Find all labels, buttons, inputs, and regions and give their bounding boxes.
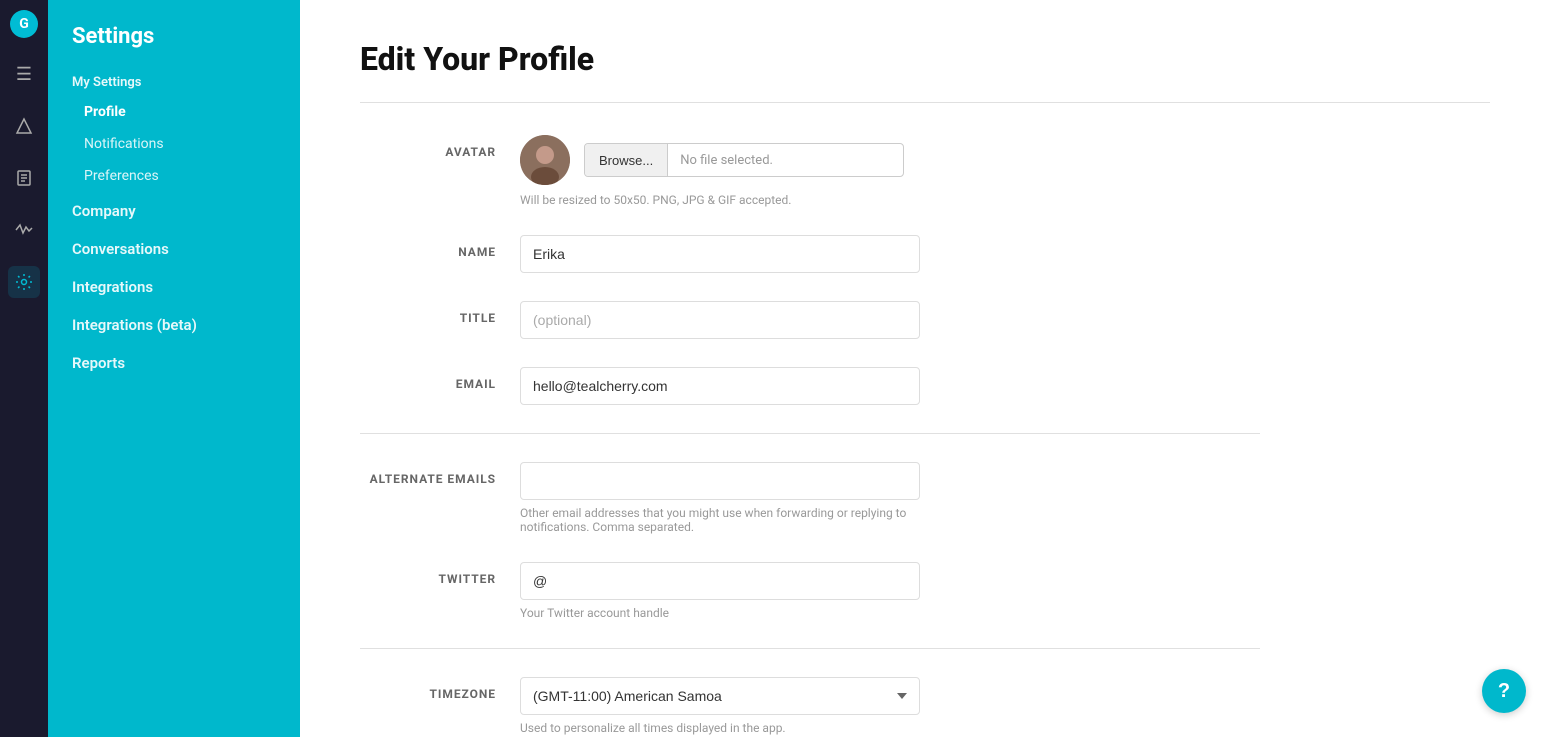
sidebar-item-reports[interactable]: Reports bbox=[48, 344, 300, 382]
avatar-hint: Will be resized to 50x50. PNG, JPG & GIF… bbox=[520, 193, 1260, 207]
name-field bbox=[520, 235, 1260, 273]
twitter-label: TWITTER bbox=[360, 562, 520, 586]
avatar-label: AVATAR bbox=[360, 135, 520, 159]
file-input-wrapper: Browse... No file selected. bbox=[584, 143, 904, 177]
timezone-hint: Used to personalize all times displayed … bbox=[520, 721, 920, 735]
timezone-field: (GMT-11:00) American Samoa (GMT-10:00) H… bbox=[520, 677, 1260, 735]
email-input[interactable] bbox=[520, 367, 920, 405]
email-row: EMAIL bbox=[360, 367, 1260, 405]
twitter-hint: Your Twitter account handle bbox=[520, 606, 920, 620]
alternate-emails-hint: Other email addresses that you might use… bbox=[520, 506, 920, 534]
avatar-input-row: Browse... No file selected. bbox=[520, 135, 1260, 185]
help-button[interactable]: ? bbox=[1482, 669, 1526, 713]
alternate-emails-row: ALTERNATE EMAILS Other email addresses t… bbox=[360, 462, 1260, 534]
page-title: Edit Your Profile bbox=[360, 40, 1490, 78]
email-label: EMAIL bbox=[360, 367, 520, 391]
browse-button[interactable]: Browse... bbox=[585, 144, 668, 176]
main-content: Edit Your Profile AVATAR Browse... bbox=[300, 0, 1550, 737]
profile-form: AVATAR Browse... No file selected. bbox=[360, 135, 1260, 735]
alternate-emails-label: ALTERNATE EMAILS bbox=[360, 462, 520, 486]
title-label: TITLE bbox=[360, 301, 520, 325]
avatar-row: AVATAR Browse... No file selected. bbox=[360, 135, 1260, 207]
timezone-row: TIMEZONE (GMT-11:00) American Samoa (GMT… bbox=[360, 677, 1260, 735]
sidebar-item-conversations[interactable]: Conversations bbox=[48, 230, 300, 268]
sidebar-item-preferences[interactable]: Preferences bbox=[48, 160, 300, 192]
my-settings-section: My Settings bbox=[48, 65, 300, 96]
analytics-icon[interactable] bbox=[8, 110, 40, 142]
alternate-emails-field: Other email addresses that you might use… bbox=[520, 462, 1260, 534]
file-name-label: No file selected. bbox=[668, 153, 785, 168]
section-divider-2 bbox=[360, 648, 1260, 649]
twitter-field: Your Twitter account handle bbox=[520, 562, 1260, 620]
menu-icon[interactable]: ☰ bbox=[8, 58, 40, 90]
title-field bbox=[520, 301, 1260, 339]
sidebar-item-integrations[interactable]: Integrations bbox=[48, 268, 300, 306]
activity-icon[interactable] bbox=[8, 214, 40, 246]
document-icon[interactable] bbox=[8, 162, 40, 194]
title-row: TITLE bbox=[360, 301, 1260, 339]
icon-rail: G ☰ bbox=[0, 0, 48, 737]
twitter-row: TWITTER Your Twitter account handle bbox=[360, 562, 1260, 620]
name-label: NAME bbox=[360, 235, 520, 259]
sidebar-item-company[interactable]: Company bbox=[48, 192, 300, 230]
name-row: NAME bbox=[360, 235, 1260, 273]
settings-icon[interactable] bbox=[8, 266, 40, 298]
twitter-input[interactable] bbox=[520, 562, 920, 600]
app-logo[interactable]: G bbox=[10, 10, 38, 38]
alternate-emails-input[interactable] bbox=[520, 462, 920, 500]
sidebar-item-integrations-beta[interactable]: Integrations (beta) bbox=[48, 306, 300, 344]
sidebar-title: Settings bbox=[48, 16, 300, 65]
sidebar-item-profile[interactable]: Profile bbox=[48, 96, 300, 128]
sidebar: Settings My Settings Profile Notificatio… bbox=[48, 0, 300, 737]
email-field bbox=[520, 367, 1260, 405]
sidebar-item-notifications[interactable]: Notifications bbox=[48, 128, 300, 160]
avatar bbox=[520, 135, 570, 185]
name-input[interactable] bbox=[520, 235, 920, 273]
timezone-select[interactable]: (GMT-11:00) American Samoa (GMT-10:00) H… bbox=[520, 677, 920, 715]
title-input[interactable] bbox=[520, 301, 920, 339]
section-divider-1 bbox=[360, 433, 1260, 434]
title-divider bbox=[360, 102, 1490, 103]
avatar-field: Browse... No file selected. Will be resi… bbox=[520, 135, 1260, 207]
timezone-label: TIMEZONE bbox=[360, 677, 520, 701]
